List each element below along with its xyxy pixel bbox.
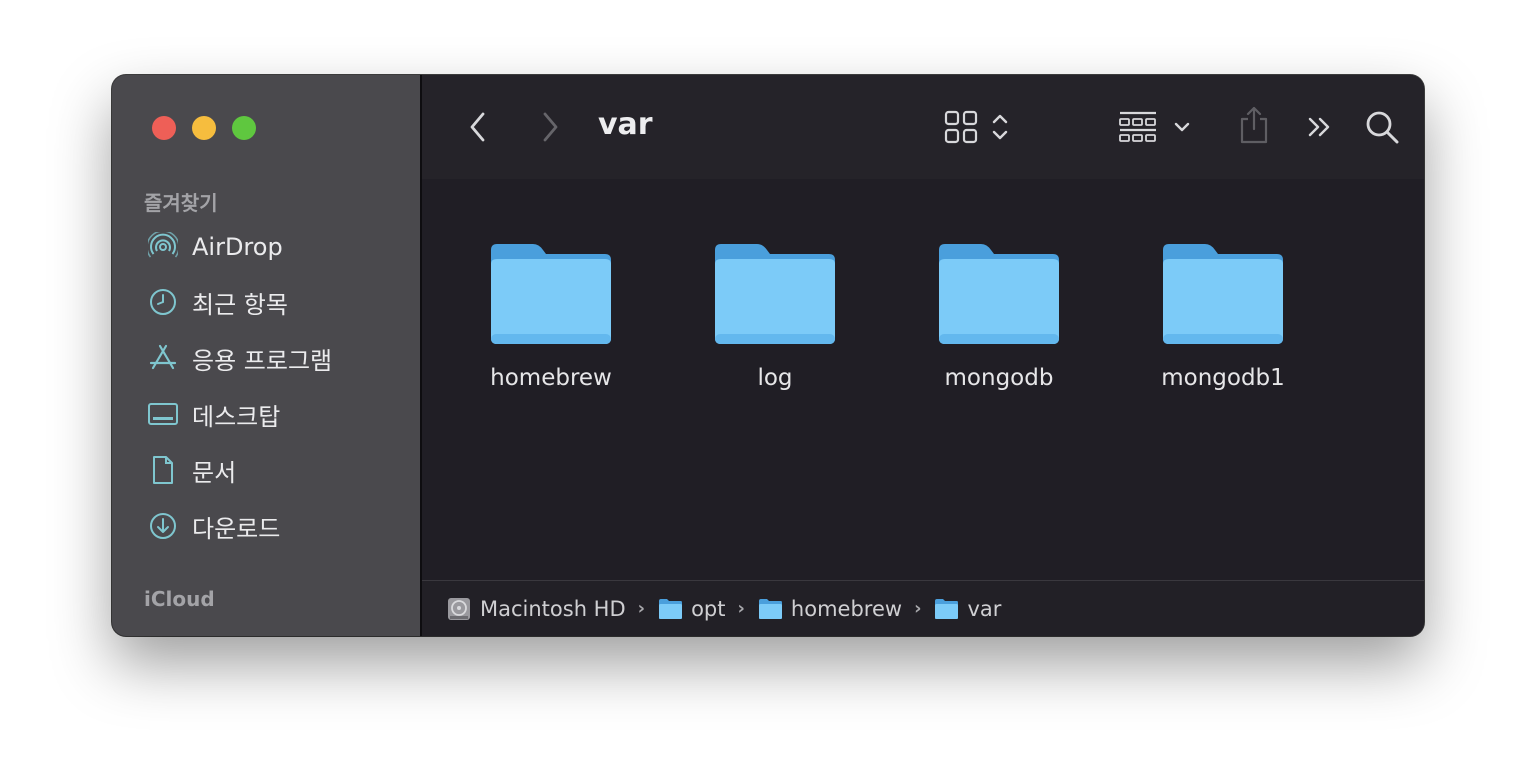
- folder-name: homebrew: [490, 365, 612, 391]
- breadcrumb-label: Macintosh HD: [480, 596, 626, 621]
- breadcrumb-separator: ›: [914, 598, 922, 619]
- folder-name: mongodb: [944, 365, 1054, 391]
- sidebar-item-desktop[interactable]: 데스크탑: [146, 394, 406, 434]
- folder-icon: [491, 244, 611, 344]
- sidebar-item-label: 데스크탑: [192, 402, 281, 431]
- group-button[interactable]: [1112, 109, 1198, 145]
- chevron-updown-icon: [992, 114, 1008, 140]
- window-title: var: [598, 107, 653, 142]
- folder-name: log: [757, 365, 793, 391]
- sidebar-item-documents[interactable]: 문서: [146, 450, 406, 490]
- airdrop-icon: [146, 230, 180, 264]
- breadcrumb-separator: ›: [737, 598, 745, 619]
- file-grid: homebrew log mongodb mongodb1: [422, 179, 1424, 579]
- folder-icon: [758, 598, 782, 619]
- forward-button[interactable]: [534, 107, 566, 147]
- chevron-down-icon: [1174, 122, 1190, 132]
- toolbar: var: [422, 75, 1424, 179]
- path-bar: Macintosh HD › opt › homebrew › var: [422, 580, 1424, 636]
- applications-icon: [146, 341, 180, 375]
- folder-item[interactable]: mongodb: [914, 179, 1084, 391]
- folder-icon: [659, 598, 683, 619]
- favorites-header: 즐겨찾기: [144, 191, 218, 215]
- folder-icon: [1163, 244, 1283, 344]
- more-button[interactable]: [1302, 109, 1338, 145]
- breadcrumb-label: homebrew: [790, 596, 903, 621]
- zoom-button[interactable]: [232, 116, 256, 140]
- breadcrumb-homebrew[interactable]: homebrew: [757, 597, 902, 621]
- sidebar: 즐겨찾기 AirDrop 최근 항목 응용 프로그램 데스크탑 문서 다운로드 …: [112, 75, 422, 636]
- folder-icon: [939, 244, 1059, 344]
- view-mode-button[interactable]: [938, 109, 1018, 145]
- clock-icon: [146, 285, 180, 319]
- sidebar-item-label: AirDrop: [192, 233, 283, 261]
- share-button[interactable]: [1234, 103, 1274, 147]
- forward-icon: [543, 112, 558, 142]
- breadcrumb-macintosh-hd[interactable]: Macintosh HD: [446, 596, 626, 622]
- folder-item[interactable]: log: [690, 179, 860, 391]
- finder-window: 즐겨찾기 AirDrop 최근 항목 응용 프로그램 데스크탑 문서 다운로드 …: [112, 75, 1424, 636]
- close-button[interactable]: [152, 116, 176, 140]
- more-icon: [1308, 117, 1330, 137]
- download-icon: [146, 509, 180, 543]
- minimize-button[interactable]: [192, 116, 216, 140]
- breadcrumb-label: opt: [691, 596, 726, 621]
- document-icon: [146, 453, 180, 487]
- group-icon: [1119, 111, 1156, 142]
- sidebar-item-applications[interactable]: 응용 프로그램: [146, 338, 406, 378]
- folder-item[interactable]: homebrew: [466, 179, 636, 391]
- sidebar-item-label: 응용 프로그램: [192, 346, 333, 375]
- share-icon: [1240, 106, 1268, 144]
- folder-item[interactable]: mongodb1: [1138, 179, 1308, 391]
- main-area: var homebrew log mongodb mongodb1 Macint…: [422, 75, 1424, 636]
- grid-view-icon: [944, 110, 978, 144]
- breadcrumb-separator: ›: [637, 598, 646, 619]
- breadcrumb-var[interactable]: var: [933, 597, 1001, 621]
- breadcrumb-label: var: [967, 596, 1002, 621]
- sidebar-item-label: 문서: [192, 458, 237, 487]
- back-button[interactable]: [462, 107, 494, 147]
- sidebar-item-label: 다운로드: [192, 514, 281, 543]
- folder-icon: [935, 598, 959, 619]
- sidebar-item-label: 최근 항목: [192, 290, 288, 319]
- search-icon: [1366, 111, 1399, 144]
- breadcrumb-opt[interactable]: opt: [657, 596, 726, 621]
- sidebar-item-recents[interactable]: 최근 항목: [146, 282, 406, 322]
- disk-icon: [448, 597, 470, 620]
- folder-name: mongodb1: [1161, 365, 1285, 391]
- sidebar-item-downloads[interactable]: 다운로드: [146, 506, 406, 546]
- sidebar-item-airdrop[interactable]: AirDrop: [146, 227, 406, 267]
- folder-icon: [715, 244, 835, 344]
- search-button[interactable]: [1362, 107, 1402, 147]
- icloud-header: iCloud: [144, 587, 215, 611]
- back-icon: [470, 112, 485, 142]
- desktop-icon: [146, 397, 180, 431]
